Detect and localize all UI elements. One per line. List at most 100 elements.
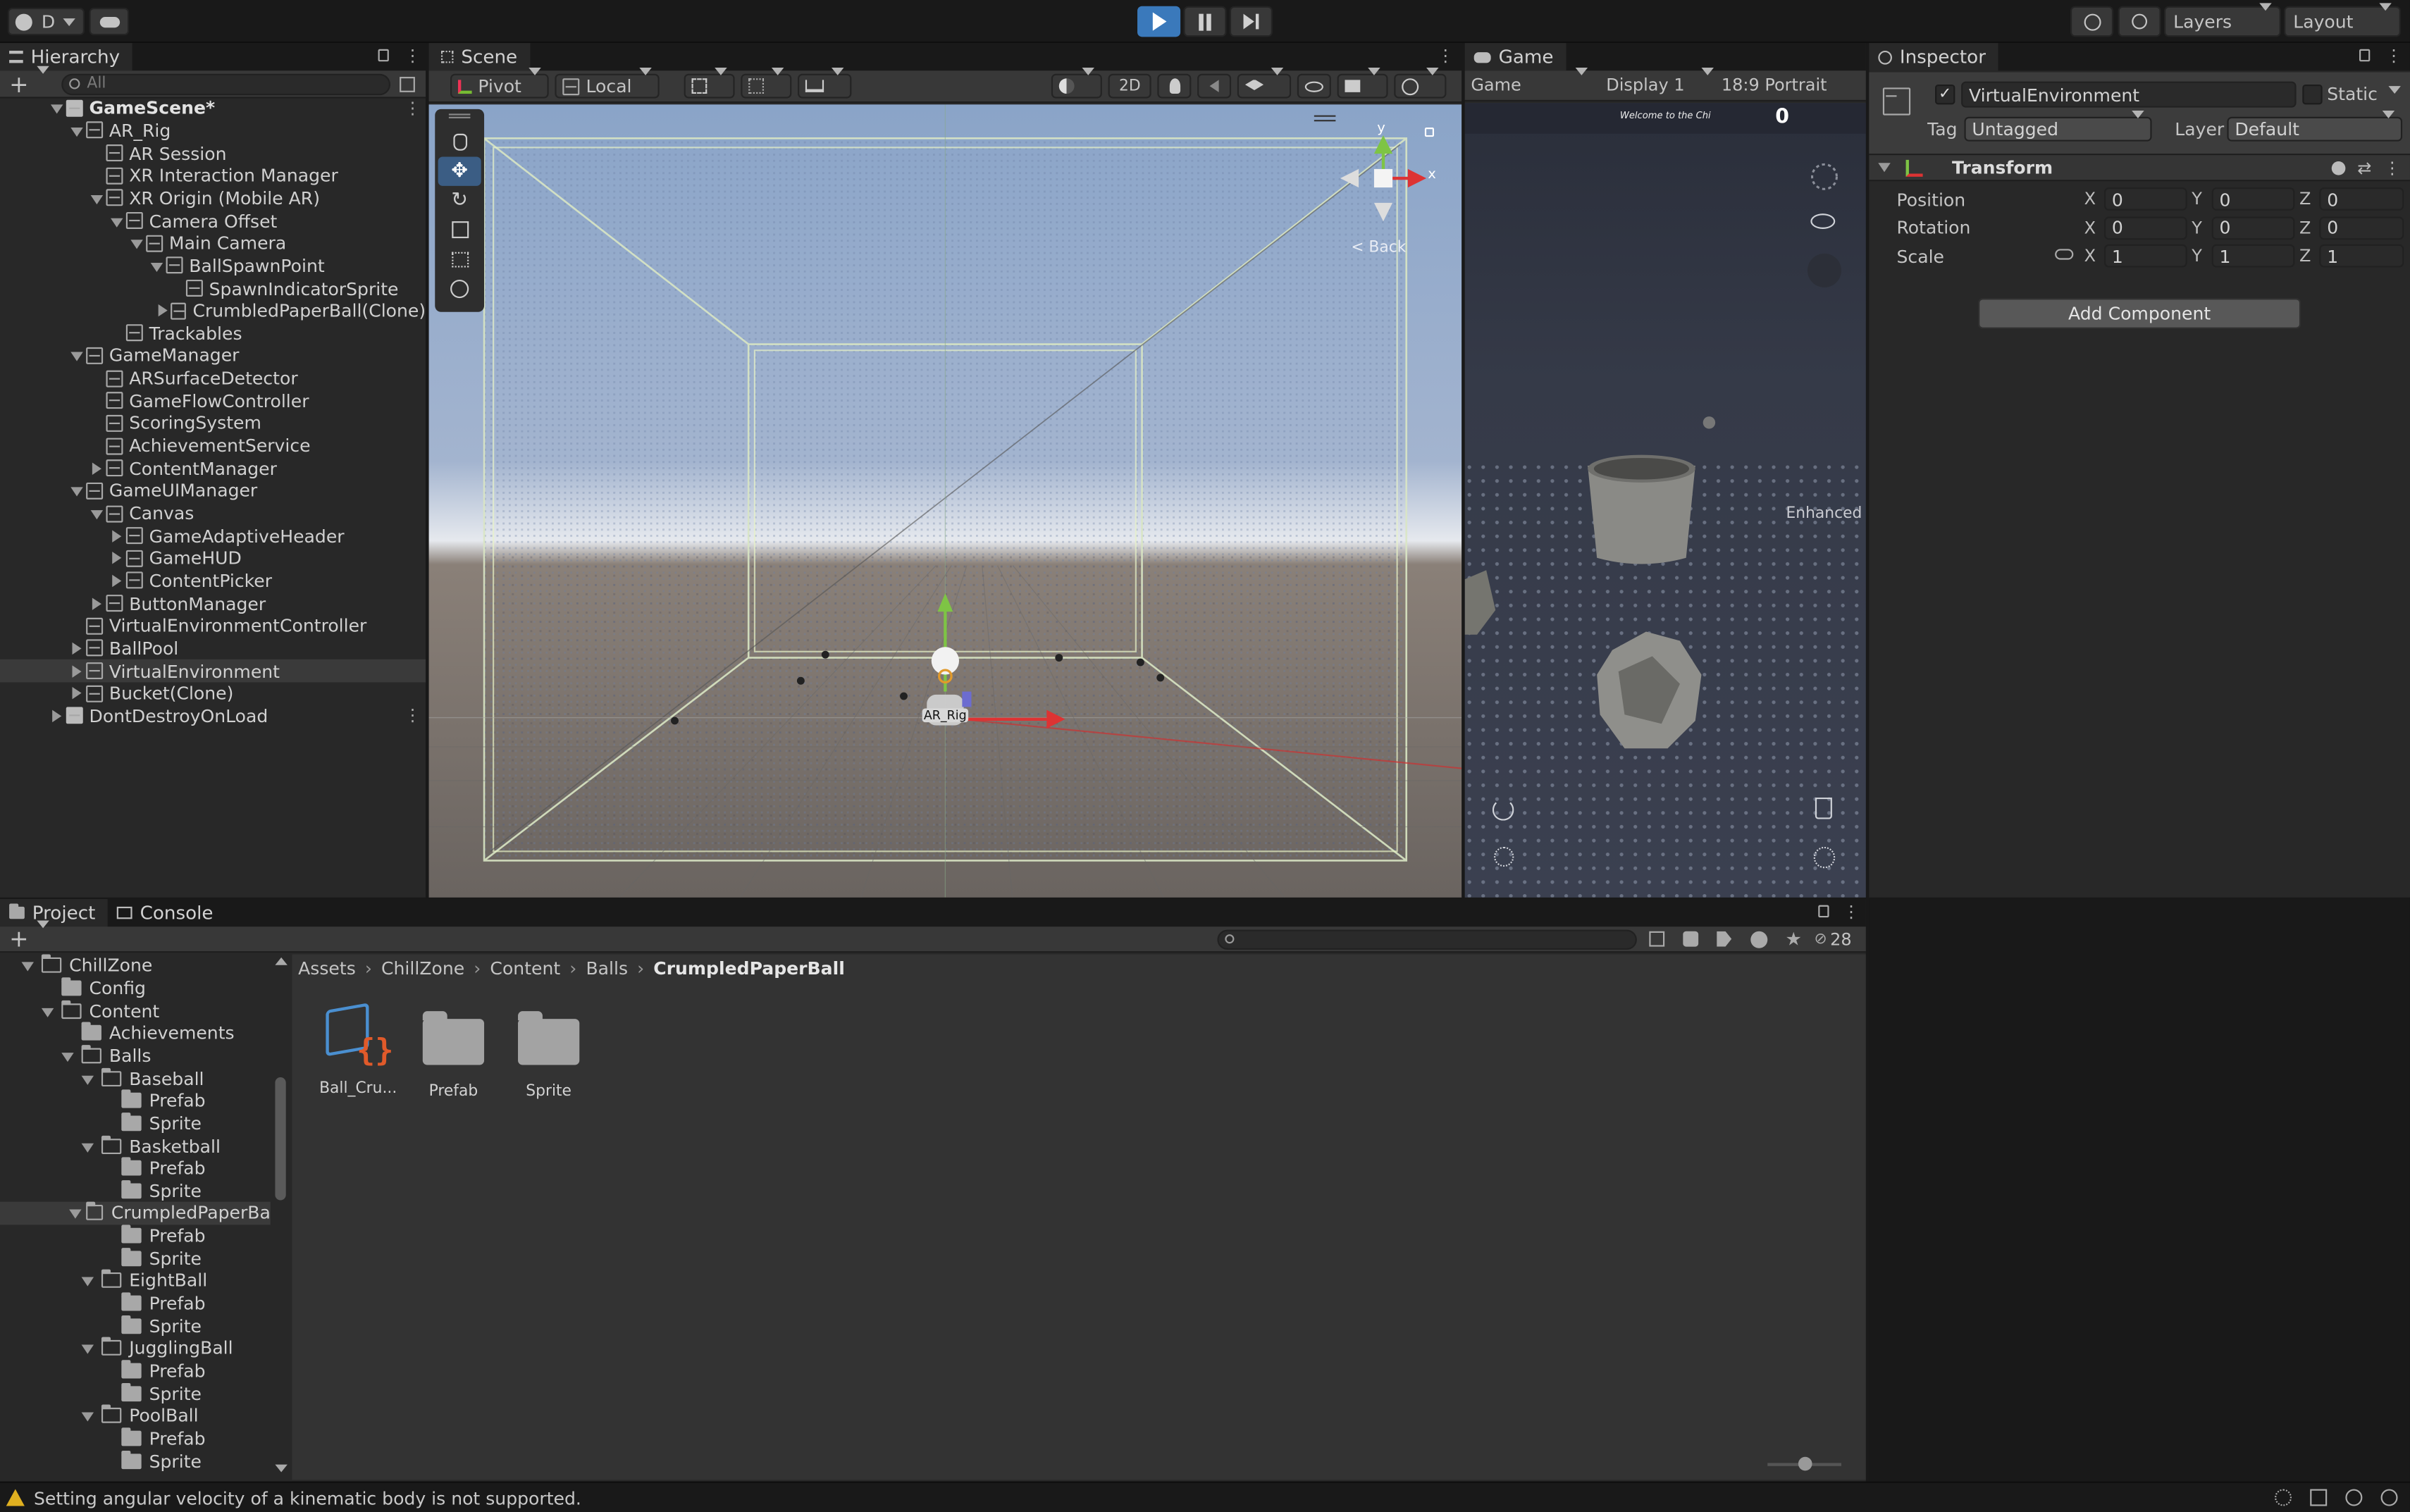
- eye-icon[interactable]: [1810, 213, 1836, 229]
- layers-dropdown[interactable]: Layers: [2164, 6, 2281, 37]
- project-folder-item[interactable]: Content: [0, 999, 271, 1022]
- breadcrumb-item[interactable]: CrumpledPaperBall: [653, 958, 845, 979]
- foldout-icon[interactable]: [108, 547, 126, 569]
- play-button[interactable]: [1137, 6, 1181, 37]
- grid-snap-dropdown[interactable]: [684, 73, 735, 99]
- foldout-icon[interactable]: [108, 570, 126, 592]
- project-folder-item[interactable]: Achievements: [0, 1022, 271, 1044]
- hierarchy-item[interactable]: GameUIManager: [0, 480, 426, 502]
- add-icon[interactable]: +: [9, 70, 28, 97]
- cache-icon[interactable]: [2345, 1489, 2363, 1506]
- step-button[interactable]: [1229, 6, 1273, 37]
- foldout-icon[interactable]: [41, 1000, 61, 1022]
- hierarchy-item[interactable]: GameHUD: [0, 547, 426, 569]
- lock-icon[interactable]: [1818, 905, 1829, 918]
- scene-viewport[interactable]: y x < Back AR_Rig ✥ ↻: [428, 104, 1462, 898]
- debug-icon[interactable]: [2275, 1489, 2292, 1506]
- project-folder-item[interactable]: Sprite: [0, 1382, 271, 1405]
- hierarchy-item[interactable]: ContentPicker: [0, 569, 426, 592]
- hierarchy-item[interactable]: GameManager: [0, 345, 426, 367]
- foldout-icon[interactable]: [128, 233, 146, 254]
- layer-dropdown[interactable]: Default: [2227, 116, 2403, 142]
- pivot-dropdown[interactable]: Pivot: [450, 73, 550, 99]
- create-dropdown-icon[interactable]: [29, 928, 49, 950]
- zoom-slider-thumb[interactable]: [1798, 1456, 1812, 1471]
- hierarchy-item[interactable]: GameFlowController: [0, 390, 426, 412]
- help-icon[interactable]: [2331, 160, 2345, 175]
- hierarchy-item[interactable]: BallPool: [0, 637, 426, 659]
- project-folder-item[interactable]: CrumpledPaperBa: [0, 1201, 271, 1225]
- tab-game[interactable]: Game: [1464, 43, 1566, 71]
- tab-hierarchy[interactable]: Hierarchy: [0, 43, 132, 71]
- x-field[interactable]: 0: [2103, 216, 2187, 240]
- foldout-icon[interactable]: [21, 955, 42, 977]
- project-folder-item[interactable]: Config: [0, 977, 271, 999]
- y-field[interactable]: 0: [2211, 216, 2295, 240]
- layout-dropdown[interactable]: Layout: [2284, 6, 2401, 37]
- hierarchy-options-icon[interactable]: [399, 75, 414, 92]
- link-icon[interactable]: [2055, 249, 2074, 260]
- transform-tool[interactable]: [438, 273, 481, 302]
- project-folder-item[interactable]: Basketball: [0, 1134, 271, 1157]
- foldout-icon[interactable]: [68, 120, 86, 142]
- y-field[interactable]: 0: [2211, 187, 2295, 211]
- progress-icon[interactable]: [2310, 1489, 2328, 1506]
- project-folder-item[interactable]: Balls: [0, 1044, 271, 1067]
- history-button[interactable]: [2070, 6, 2114, 37]
- y-field[interactable]: 1: [2211, 244, 2295, 268]
- project-folder-item[interactable]: Sprite: [0, 1247, 271, 1270]
- kebab-menu-icon[interactable]: ⋮: [1843, 902, 1860, 922]
- breadcrumb-item[interactable]: Content: [490, 958, 560, 979]
- check-icon[interactable]: [2380, 1489, 2398, 1506]
- hierarchy-item[interactable]: Main Camera: [0, 232, 426, 254]
- scene-collapse-handle[interactable]: [1314, 115, 1336, 122]
- add-component-button[interactable]: Add Component: [1978, 298, 2301, 329]
- cloud-button[interactable]: [89, 7, 130, 36]
- foldout-icon[interactable]: [147, 255, 166, 277]
- kebab-menu-icon[interactable]: ⋮: [1437, 46, 1454, 66]
- asset-item[interactable]: {} Ball_Cru...: [311, 1003, 406, 1097]
- gear-icon[interactable]: [1813, 846, 1836, 869]
- preset-icon[interactable]: ⇄: [2357, 158, 2371, 178]
- search-button[interactable]: [2118, 6, 2161, 37]
- back-label[interactable]: < Back: [1351, 240, 1406, 256]
- x-field[interactable]: 0: [2103, 187, 2187, 211]
- hierarchy-item[interactable]: ARSurfaceDetector: [0, 367, 426, 390]
- static-checkbox[interactable]: [2302, 84, 2323, 105]
- foldout-icon[interactable]: [108, 525, 126, 547]
- tree-scrollbar[interactable]: [273, 954, 289, 1477]
- foldout-icon[interactable]: [69, 1203, 86, 1225]
- project-folder-item[interactable]: Sprite: [0, 1315, 271, 1337]
- game-viewport[interactable]: Welcome to the Chi 0 Enhanced: [1464, 103, 1866, 898]
- effects-dropdown[interactable]: [1237, 73, 1292, 99]
- error-icon[interactable]: [1750, 930, 1767, 948]
- kebab-menu-icon[interactable]: ⋮: [404, 46, 421, 66]
- asset-item[interactable]: Prefab: [406, 1003, 501, 1101]
- refresh-icon[interactable]: [1492, 799, 1514, 821]
- snap-increment-dropdown[interactable]: [798, 73, 852, 99]
- project-folder-item[interactable]: ChillZone: [0, 954, 271, 977]
- asset-item[interactable]: Sprite: [501, 1003, 596, 1101]
- project-folder-item[interactable]: JugglingBall: [0, 1337, 271, 1360]
- rect-tool[interactable]: [438, 244, 481, 273]
- transform-header[interactable]: Transform ⇄ ⋮: [1869, 155, 2410, 182]
- hierarchy-item[interactable]: GameScene* ⋮: [0, 97, 426, 119]
- x-field[interactable]: 1: [2103, 244, 2187, 268]
- project-folder-item[interactable]: Sprite: [0, 1179, 271, 1202]
- add-dropdown-icon[interactable]: [29, 73, 49, 95]
- project-folder-item[interactable]: PoolBall: [0, 1405, 271, 1427]
- scene-menu-icon[interactable]: ⋮: [404, 706, 421, 726]
- active-checkbox[interactable]: ✓: [1935, 84, 1955, 105]
- foldout-icon[interactable]: [81, 1067, 101, 1089]
- status-bar[interactable]: Setting angular velocity of a kinematic …: [0, 1481, 2410, 1512]
- hierarchy-item[interactable]: VirtualEnvironment: [0, 659, 426, 683]
- hierarchy-item[interactable]: AR_Rig: [0, 119, 426, 142]
- tab-inspector[interactable]: Inspector: [1869, 43, 1998, 71]
- project-folder-item[interactable]: Prefab: [0, 1225, 271, 1247]
- search-by-label-icon[interactable]: [1682, 931, 1698, 947]
- toggle-2d-button[interactable]: 2D: [1108, 73, 1151, 99]
- move-tool[interactable]: ✥: [438, 156, 481, 186]
- hierarchy-item[interactable]: BallSpawnPoint: [0, 254, 426, 277]
- tab-console[interactable]: Console: [108, 899, 225, 927]
- scene-visibility-toggle[interactable]: [1297, 73, 1332, 99]
